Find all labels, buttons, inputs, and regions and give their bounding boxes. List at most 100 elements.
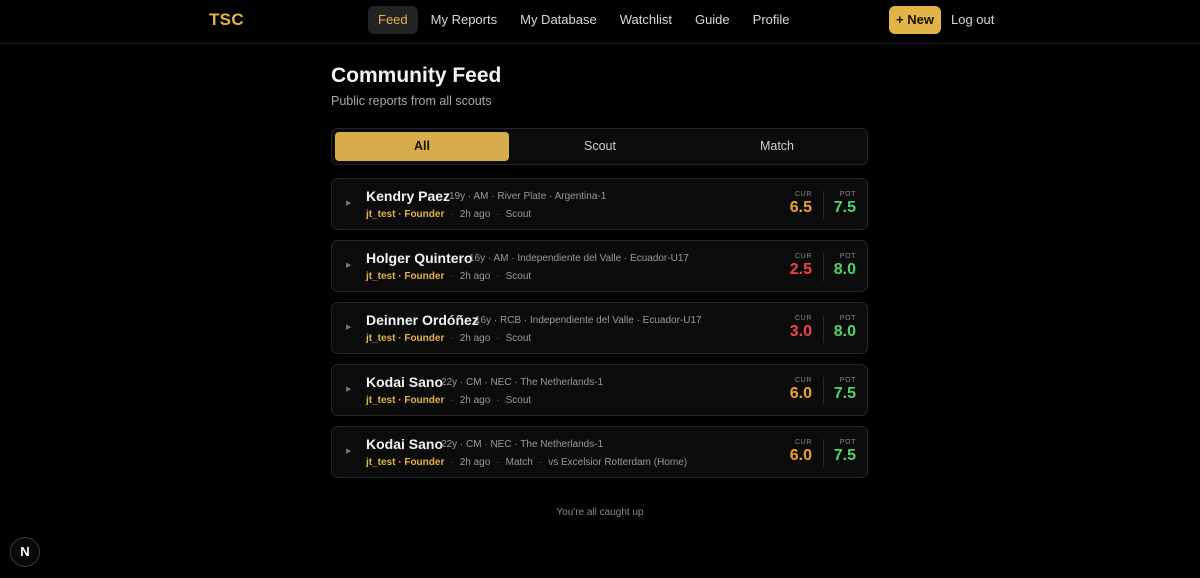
cur-value: 6.0 <box>789 385 812 402</box>
cur-value: 6.5 <box>789 199 812 216</box>
report-info: jt_test · Founder · 2h ago · Scout <box>366 271 531 282</box>
expand-caret-icon[interactable]: ▶ <box>346 199 351 207</box>
report-card[interactable]: ▶ Kendry Paez 19y · AM · River Plate · A… <box>331 178 868 230</box>
score-divider <box>823 439 824 467</box>
nav-feed[interactable]: Feed <box>368 6 418 34</box>
report-type: Scout <box>505 271 532 282</box>
separator-dot: · <box>450 395 454 406</box>
page-title: Community Feed <box>331 64 502 87</box>
report-type: Scout <box>505 209 532 220</box>
potential-score: POT 7.5 <box>826 191 856 217</box>
separator-dot: · <box>450 333 454 344</box>
report-type: Scout <box>505 333 532 344</box>
potential-score: POT 7.5 <box>826 377 856 403</box>
pot-value: 7.5 <box>833 199 856 216</box>
match-opponent: vs Excelsior Rotterdam (Home) <box>548 457 688 468</box>
separator-dot: · <box>538 457 543 468</box>
nav-my-reports[interactable]: My Reports <box>421 6 507 34</box>
expand-caret-icon[interactable]: ▶ <box>346 385 351 393</box>
report-info: jt_test · Founder · 2h ago · Scout <box>366 395 531 406</box>
score-divider <box>823 191 824 219</box>
report-author[interactable]: jt_test · Founder <box>366 395 444 406</box>
cur-label: CUR <box>795 439 812 446</box>
separator-dot: · <box>450 271 454 282</box>
report-author[interactable]: jt_test · Founder <box>366 457 444 468</box>
report-time: 2h ago <box>459 395 491 406</box>
nav-my-database[interactable]: My Database <box>510 6 607 34</box>
cur-label: CUR <box>795 253 812 260</box>
player-meta: 19y · AM · River Plate · Argentina-1 <box>449 191 607 202</box>
current-score: CUR 3.0 <box>780 315 812 341</box>
cur-label: CUR <box>795 191 812 198</box>
potential-score: POT 8.0 <box>826 315 856 341</box>
score-divider <box>823 253 824 281</box>
cur-value: 3.0 <box>789 323 812 340</box>
nav-guide[interactable]: Guide <box>685 6 740 34</box>
expand-caret-icon[interactable]: ▶ <box>346 447 351 455</box>
report-info: jt_test · Founder · 2h ago · Match · vs Excels… <box>366 457 687 468</box>
nav-watchlist[interactable]: Watchlist <box>610 6 682 34</box>
report-card[interactable]: ▶ Holger Quintero 16y · AM · Independien… <box>331 240 868 292</box>
pot-value: 8.0 <box>833 323 856 340</box>
separator-dot: · <box>496 209 500 220</box>
current-score: CUR 6.5 <box>780 191 812 217</box>
separator-dot: · <box>450 209 454 220</box>
cur-label: CUR <box>795 315 812 322</box>
separator-dot: · <box>496 395 500 406</box>
pot-value: 7.5 <box>833 385 856 402</box>
top-nav-bar: TSC Feed My Reports My Database Watchlis… <box>0 0 1200 44</box>
expand-caret-icon[interactable]: ▶ <box>346 323 351 331</box>
n-logo-badge[interactable]: N <box>10 537 40 567</box>
score-divider <box>823 377 824 405</box>
separator-dot: · <box>496 333 500 344</box>
pot-value: 8.0 <box>833 261 856 278</box>
brand-logo[interactable]: TSC <box>209 10 244 30</box>
report-card[interactable]: ▶ Kodai Sano 22y · CM · NEC · The Nether… <box>331 426 868 478</box>
current-score: CUR 2.5 <box>780 253 812 279</box>
report-time: 2h ago <box>459 271 491 282</box>
player-name[interactable]: Deinner Ordóñez <box>366 312 479 328</box>
report-info: jt_test · Founder · 2h ago · Scout <box>366 333 531 344</box>
page-subtitle: Public reports from all scouts <box>331 94 492 108</box>
pot-value: 7.5 <box>833 447 856 464</box>
feed-end-message: You're all caught up <box>556 507 644 518</box>
report-author[interactable]: jt_test · Founder <box>366 271 444 282</box>
report-author[interactable]: jt_test · Founder <box>366 209 444 220</box>
player-meta: 22y · CM · NEC · The Netherlands-1 <box>441 377 604 388</box>
potential-score: POT 8.0 <box>826 253 856 279</box>
tab-all[interactable]: All <box>335 132 509 161</box>
tab-scout[interactable]: Scout <box>513 132 687 161</box>
cur-value: 2.5 <box>789 261 812 278</box>
logout-button[interactable]: Log out <box>951 6 994 34</box>
nav-profile[interactable]: Profile <box>743 6 800 34</box>
cur-label: CUR <box>795 377 812 384</box>
new-report-button[interactable]: + New <box>889 6 941 34</box>
player-meta: 22y · CM · NEC · The Netherlands-1 <box>441 439 604 450</box>
pot-label: POT <box>839 439 856 446</box>
main-nav: Feed My Reports My Database Watchlist Gu… <box>368 6 803 34</box>
score-divider <box>823 315 824 343</box>
report-time: 2h ago <box>459 457 491 468</box>
report-author[interactable]: jt_test · Founder <box>366 333 444 344</box>
pot-label: POT <box>839 253 856 260</box>
player-name[interactable]: Holger Quintero <box>366 250 473 266</box>
current-score: CUR 6.0 <box>780 439 812 465</box>
pot-label: POT <box>839 377 856 384</box>
report-type: Match <box>505 457 533 468</box>
report-time: 2h ago <box>459 209 491 220</box>
report-card[interactable]: ▶ Deinner Ordóñez 16y · RCB · Independie… <box>331 302 868 354</box>
player-meta: 16y · AM · Independiente del Valle · Ecu… <box>469 253 689 264</box>
player-name[interactable]: Kodai Sano <box>366 436 443 452</box>
report-info: jt_test · Founder · 2h ago · Scout <box>366 209 531 220</box>
cur-value: 6.0 <box>789 447 812 464</box>
player-meta: 16y · RCB · Independiente del Valle · Ec… <box>475 315 702 326</box>
player-name[interactable]: Kendry Paez <box>366 188 450 204</box>
report-card[interactable]: ▶ Kodai Sano 22y · CM · NEC · The Nether… <box>331 364 868 416</box>
player-name[interactable]: Kodai Sano <box>366 374 443 390</box>
expand-caret-icon[interactable]: ▶ <box>346 261 351 269</box>
report-time: 2h ago <box>459 333 491 344</box>
tab-match[interactable]: Match <box>690 132 864 161</box>
pot-label: POT <box>839 191 856 198</box>
separator-dot: · <box>496 457 500 468</box>
current-score: CUR 6.0 <box>780 377 812 403</box>
